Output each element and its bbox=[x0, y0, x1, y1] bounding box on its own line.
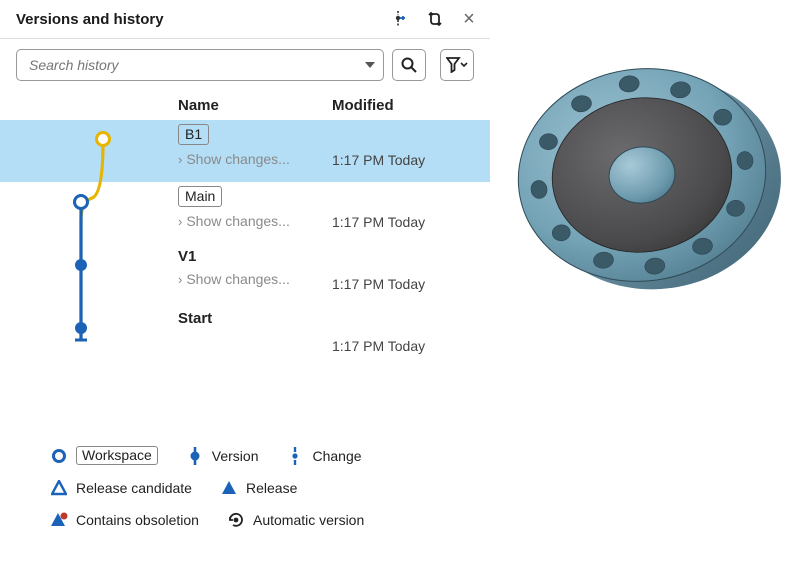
version-row-main[interactable]: Main › Show changes... 1:17 PM Today bbox=[0, 182, 490, 244]
search-dropdown-caret-icon[interactable] bbox=[357, 62, 383, 68]
filter-button[interactable] bbox=[440, 49, 474, 81]
chevron-right-icon: › bbox=[178, 272, 182, 287]
header-icon-group: × bbox=[390, 8, 480, 30]
create-branch-icon[interactable] bbox=[390, 8, 412, 30]
modified-time: 1:17 PM Today bbox=[332, 248, 490, 292]
show-changes-toggle[interactable]: › Show changes... bbox=[178, 151, 332, 167]
version-icon bbox=[186, 447, 204, 465]
modified-time: 1:17 PM Today bbox=[332, 310, 490, 354]
compare-icon[interactable] bbox=[424, 8, 446, 30]
legend: Workspace Version bbox=[0, 428, 490, 543]
release-candidate-icon bbox=[50, 479, 68, 497]
close-icon[interactable]: × bbox=[458, 8, 480, 30]
change-icon bbox=[286, 447, 304, 465]
3d-viewport[interactable] bbox=[490, 0, 794, 577]
workspace-icon bbox=[50, 447, 68, 465]
modified-time: 1:17 PM Today bbox=[332, 186, 490, 230]
panel-header: Versions and history × bbox=[0, 0, 490, 39]
search-row bbox=[0, 39, 490, 93]
table-header-row: Name Modified bbox=[0, 93, 490, 120]
show-changes-label: Show changes... bbox=[186, 151, 290, 167]
legend-workspace: Workspace bbox=[50, 446, 158, 465]
column-header-modified[interactable]: Modified bbox=[332, 97, 490, 114]
search-field-wrap[interactable] bbox=[16, 49, 384, 81]
legend-version: Version bbox=[186, 447, 259, 465]
version-name: Start bbox=[178, 310, 212, 327]
show-changes-toggle[interactable]: › Show changes... bbox=[178, 213, 332, 229]
version-name: V1 bbox=[178, 248, 196, 265]
version-row-start[interactable]: Start 1:17 PM Today bbox=[0, 306, 490, 368]
chevron-right-icon: › bbox=[178, 214, 182, 229]
release-icon bbox=[220, 479, 238, 497]
show-changes-toggle[interactable]: › Show changes... bbox=[178, 271, 332, 287]
obsoletion-icon bbox=[50, 511, 68, 529]
automatic-version-icon bbox=[227, 511, 245, 529]
legend-change: Change bbox=[286, 447, 361, 465]
show-changes-label: Show changes... bbox=[186, 213, 290, 229]
flange-part-render bbox=[502, 30, 782, 330]
branch-badge: B1 bbox=[178, 124, 209, 145]
chevron-right-icon: › bbox=[178, 152, 182, 167]
column-header-name[interactable]: Name bbox=[178, 97, 332, 114]
version-rows: B1 › Show changes... 1:17 PM Today Main … bbox=[0, 120, 490, 368]
legend-contains-obsoletion: Contains obsoletion bbox=[50, 511, 199, 529]
versions-history-panel: Versions and history × bbox=[0, 0, 490, 577]
version-row-v1[interactable]: V1 › Show changes... 1:17 PM Today bbox=[0, 244, 490, 306]
search-input[interactable] bbox=[17, 57, 357, 73]
branch-badge: Main bbox=[178, 186, 222, 207]
legend-automatic-version: Automatic version bbox=[227, 511, 364, 529]
show-changes-label: Show changes... bbox=[186, 271, 290, 287]
search-button[interactable] bbox=[392, 49, 426, 81]
legend-release: Release bbox=[220, 479, 297, 497]
version-row-b1[interactable]: B1 › Show changes... 1:17 PM Today bbox=[0, 120, 490, 182]
legend-release-candidate: Release candidate bbox=[50, 479, 192, 497]
modified-time: 1:17 PM Today bbox=[332, 124, 490, 168]
panel-title: Versions and history bbox=[16, 11, 390, 28]
